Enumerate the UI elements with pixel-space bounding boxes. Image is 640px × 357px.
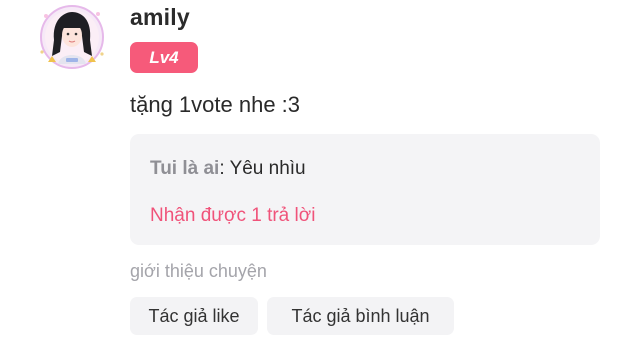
tag-author-like[interactable]: Tác giả like bbox=[130, 297, 258, 335]
reply-author[interactable]: Tui là ai bbox=[150, 158, 219, 179]
comment-text: tặng 1vote nhe :3 bbox=[130, 92, 301, 117]
reply-separator: : bbox=[219, 158, 230, 179]
reply-box[interactable]: Tui là ai: Yêu nhìu Nhận được 1 trả lời bbox=[130, 134, 600, 245]
avatar[interactable] bbox=[32, 2, 112, 72]
bottom-partial-icons bbox=[455, 349, 635, 357]
intro-label: giới thiệu chuyện bbox=[130, 261, 267, 281]
tag-author-comment[interactable]: Tác giả bình luận bbox=[267, 297, 454, 335]
level-badge: Lv4 bbox=[130, 42, 198, 73]
reply-line: Tui là ai: Yêu nhìu bbox=[150, 158, 306, 180]
level-badge-text: Lv4 bbox=[149, 47, 179, 67]
reply-count-link[interactable]: Nhận được 1 trả lời bbox=[150, 205, 315, 227]
reply-text: Yêu nhìu bbox=[229, 158, 306, 179]
username[interactable]: amily bbox=[130, 4, 190, 31]
